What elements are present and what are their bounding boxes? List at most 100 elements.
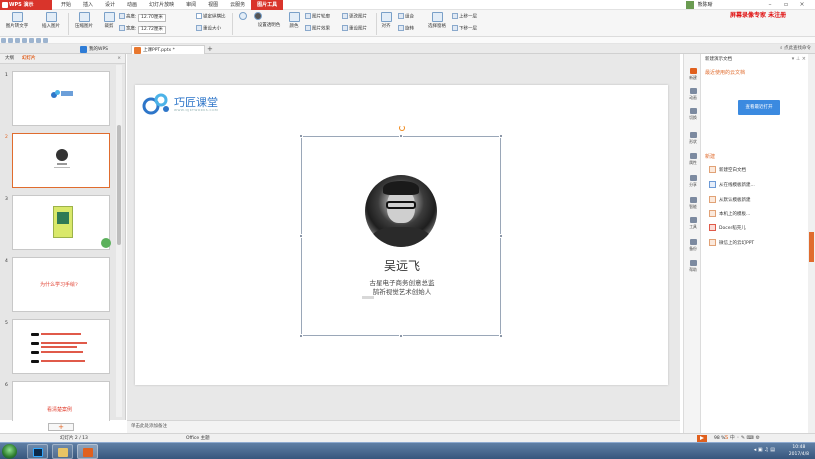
strip-smart[interactable]: 智能 xyxy=(684,197,702,210)
taskbar-app-ps[interactable] xyxy=(27,444,48,459)
tab-document[interactable]: 上课PPT.pptx * xyxy=(131,45,205,54)
strip-shape[interactable]: 形状 xyxy=(684,132,702,145)
strip-help[interactable]: 帮助 xyxy=(684,260,702,273)
close-icon[interactable]: × xyxy=(802,56,806,62)
selection-pane-button[interactable]: 选择窗格 xyxy=(424,12,450,29)
close-icon[interactable]: × xyxy=(794,0,810,10)
new-file-icon[interactable] xyxy=(1,38,6,43)
tab-my-wps[interactable]: 我的WPS xyxy=(78,45,130,54)
align-button[interactable]: 对齐 xyxy=(378,12,394,29)
picture-to-text-button[interactable]: 图片转文字 xyxy=(2,12,32,29)
reset-size-button[interactable]: 重设大小 xyxy=(196,25,221,33)
contrast-button[interactable] xyxy=(252,12,264,21)
slide-logo[interactable]: 巧匠课堂 WWW.QJKTWORKS.COM xyxy=(142,93,232,115)
save-icon[interactable] xyxy=(15,38,20,43)
close-panel-icon[interactable]: × xyxy=(117,54,121,64)
menu-tab[interactable]: 开始 xyxy=(55,0,77,10)
view-recent-button[interactable]: 查看最近打开 xyxy=(738,100,780,115)
set-transparent-color-button[interactable]: 设置透明色 xyxy=(253,22,285,28)
group-button[interactable]: 组合 xyxy=(398,13,414,21)
send-backward-button[interactable]: 下移一层 xyxy=(452,25,477,33)
wechat-cloud-ppt[interactable]: 微信上的云幻PPT xyxy=(709,239,754,246)
start-button[interactable] xyxy=(2,444,17,459)
menu-tab[interactable]: 设计 xyxy=(99,0,121,10)
width-input[interactable]: 12.72厘米 xyxy=(137,25,166,34)
app-menu-button[interactable]: WPS 演示 xyxy=(0,0,52,10)
strip-backup[interactable]: 备份 xyxy=(684,239,702,252)
pin-icon[interactable]: ⊥ xyxy=(796,56,800,62)
resize-handle[interactable] xyxy=(299,234,303,238)
strip-animation[interactable]: 动画 xyxy=(684,88,702,101)
selected-picture-frame[interactable]: 吴远飞 古星电子商务创意总监 鹄祈视觉艺术创始人 xyxy=(299,125,503,338)
system-tray[interactable]: ◂ ▣ ♫ ▤ xyxy=(754,447,775,453)
resize-handle[interactable] xyxy=(499,234,503,238)
new-from-online-template[interactable]: 从在线模板新建... xyxy=(709,181,755,188)
brightness-button[interactable] xyxy=(236,12,250,21)
change-picture-button[interactable]: 更改图片 xyxy=(342,13,367,21)
profile-photo[interactable] xyxy=(365,175,437,247)
resize-handle[interactable] xyxy=(499,134,503,138)
speaker-name[interactable]: 吴远飞 xyxy=(302,257,502,274)
docer[interactable]: Docer稻壳儿 xyxy=(709,224,746,231)
print-icon[interactable] xyxy=(22,38,27,43)
lock-ratio-checkbox[interactable]: 锁定纵横比 xyxy=(196,13,226,21)
preview-icon[interactable] xyxy=(29,38,34,43)
strip-transition[interactable]: 切换 xyxy=(684,108,702,121)
menu-tab[interactable]: 审阅 xyxy=(180,0,202,10)
tab-outline[interactable]: 大纲 xyxy=(5,54,14,64)
menu-tab[interactable]: 插入 xyxy=(77,0,99,10)
resize-handle[interactable] xyxy=(299,134,303,138)
speaker-title-2[interactable]: 鹄祈视觉艺术创始人 xyxy=(302,286,502,296)
slide-thumbnail-5[interactable]: 5 xyxy=(0,319,114,375)
new-blank-document[interactable]: 新建空白文档 xyxy=(709,166,746,173)
menu-tab[interactable]: 图片工具 xyxy=(251,0,284,10)
picture-effect-button[interactable]: 图片效果 xyxy=(305,25,330,33)
strip-share[interactable]: 分享 xyxy=(684,175,702,188)
taskbar-app-wps[interactable] xyxy=(77,444,98,459)
slide-thumbnail-2[interactable]: 2 xyxy=(0,133,114,189)
ime-icon[interactable]: S xyxy=(725,435,728,441)
height-input[interactable]: 12.70厘米 xyxy=(137,13,166,22)
thumbnail-scrollbar[interactable] xyxy=(116,65,122,417)
strip-properties[interactable]: 属性 xyxy=(684,153,702,166)
dropdown-icon[interactable]: ▾ xyxy=(792,56,795,62)
menu-tab[interactable]: 幻灯片放映 xyxy=(143,0,180,10)
local-templates[interactable]: 本机上的模板... xyxy=(709,210,750,217)
strip-tools[interactable]: 工具 xyxy=(684,217,702,230)
rotate-handle-icon[interactable] xyxy=(399,125,405,131)
slide-thumbnail-4[interactable]: 4 为什么学习手绘? xyxy=(0,257,114,313)
clock[interactable]: 10:48 2017/4/8 xyxy=(789,444,809,458)
current-slide[interactable]: 巧匠课堂 WWW.QJKTWORKS.COM 吴远飞 古星电子商务创意总监 鹄祈… xyxy=(135,85,668,385)
new-from-default-template[interactable]: 从默认模板新建 xyxy=(709,196,751,203)
bring-forward-button[interactable]: 上移一层 xyxy=(452,13,477,21)
pane-controls[interactable]: ▾ ⊥ × xyxy=(792,56,806,62)
scrollbar-thumb[interactable] xyxy=(117,125,121,245)
new-tab-button[interactable]: + xyxy=(207,44,213,54)
menu-tab[interactable]: 视图 xyxy=(202,0,224,10)
slide-thumbnail-1[interactable]: 1 xyxy=(0,71,114,127)
open-icon[interactable] xyxy=(8,38,13,43)
color-button[interactable]: 颜色 xyxy=(286,12,302,29)
pane-scrollbar[interactable] xyxy=(808,54,815,434)
add-slide-button[interactable]: + xyxy=(48,423,74,431)
rotate-button[interactable]: 旋转 xyxy=(398,25,414,33)
play-slideshow-icon[interactable] xyxy=(697,435,707,442)
undo-icon[interactable] xyxy=(36,38,41,43)
tab-slides[interactable]: 幻灯片 xyxy=(22,54,36,64)
slide-thumbnail-6[interactable]: 6 看清楚案例 xyxy=(0,381,114,421)
redo-icon[interactable] xyxy=(43,38,48,43)
menu-tab[interactable]: 云服务 xyxy=(224,0,251,10)
insert-picture-button[interactable]: 插入图片 xyxy=(36,12,66,29)
resize-handle[interactable] xyxy=(299,334,303,338)
minimize-icon[interactable]: – xyxy=(762,0,778,10)
resize-handle[interactable] xyxy=(399,134,403,138)
crop-button[interactable]: 裁剪 xyxy=(100,12,118,29)
resize-handle[interactable] xyxy=(499,334,503,338)
picture-outline-button[interactable]: 图片轮廓 xyxy=(305,13,330,21)
slide-thumbnail-3[interactable]: 3 xyxy=(0,195,114,251)
taskbar-app-explorer[interactable] xyxy=(52,444,73,459)
notes-area[interactable]: 单击此处添加备注 xyxy=(127,420,680,433)
resize-handle[interactable] xyxy=(399,334,403,338)
command-search[interactable]: ⌕ 点此查找命令 xyxy=(780,44,811,54)
maximize-icon[interactable]: ▫ xyxy=(778,0,794,10)
